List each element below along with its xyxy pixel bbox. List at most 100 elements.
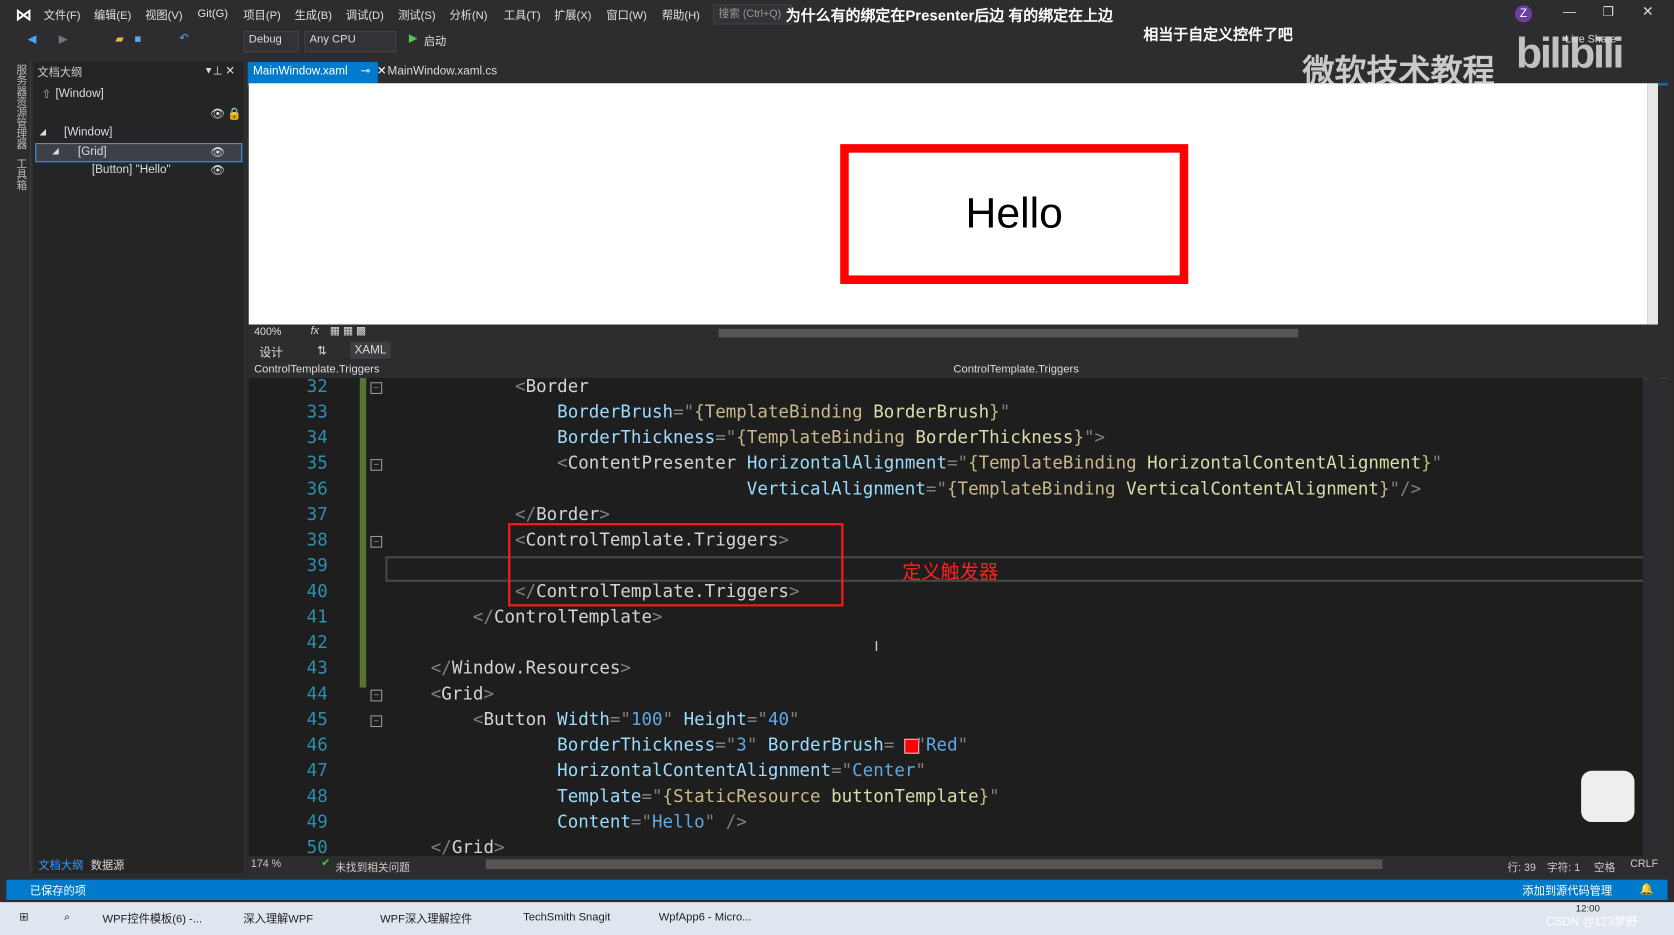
swap-panes-icon[interactable]: ⇅	[317, 344, 327, 358]
editor-vertical-scrollbar[interactable]	[1647, 377, 1661, 857]
taskbar-app[interactable]: 深入理解WPF	[243, 911, 313, 927]
menu-item[interactable]: 文件(F)	[44, 7, 81, 23]
collapse-icon[interactable]: −	[370, 535, 383, 548]
close-button[interactable]: ✕	[1642, 3, 1654, 20]
code-token: 40	[767, 708, 790, 730]
platform-dropdown[interactable]: Any CPU	[304, 30, 397, 53]
issues-status[interactable]: 未找到相关问题	[335, 858, 410, 875]
visibility-eye-icon[interactable]: 👁	[210, 163, 225, 177]
code-token: Grid	[451, 836, 494, 857]
menu-item[interactable]: 分析(N)	[449, 7, 487, 23]
up-icon[interactable]: ⇧	[42, 88, 52, 102]
tab-mainwindow-xaml[interactable]: MainWindow.xaml ⊸ ✕	[247, 61, 387, 84]
start-button[interactable]: 启动	[424, 33, 446, 50]
tab-design[interactable]: 设计	[259, 344, 282, 361]
indent-mode[interactable]: 空格	[1594, 858, 1615, 875]
menu-item[interactable]: 窗口(W)	[606, 7, 646, 23]
forward-icon[interactable]: ▶	[59, 33, 68, 50]
tab-xaml[interactable]: XAML	[350, 341, 391, 359]
collapse-icon[interactable]: −	[370, 382, 383, 394]
code-token: BorderThickness	[557, 427, 716, 448]
undo-icon[interactable]: ↶	[179, 32, 188, 49]
taskbar-app[interactable]: WpfApp6 - Micro...	[659, 911, 752, 924]
expand-icon[interactable]: ◢	[40, 127, 47, 137]
video-play-icon[interactable]	[1581, 770, 1635, 823]
menu-item[interactable]: 编辑(E)	[94, 7, 131, 23]
menu-item[interactable]: Git(G)	[198, 7, 229, 20]
collapse-icon[interactable]: −	[370, 715, 383, 728]
tab-mainwindow-xaml-cs[interactable]: MainWindow.xaml.cs	[382, 62, 502, 83]
visibility-eye-icon[interactable]: 👁	[210, 145, 225, 159]
designer-vertical-scrollbar[interactable]	[1647, 83, 1658, 325]
visual-studio-logo-icon: ⋈	[14, 6, 33, 25]
menu-item[interactable]: 生成(B)	[295, 7, 332, 23]
design-surface[interactable]: Hello	[248, 83, 1658, 325]
collapse-icon[interactable]: −	[370, 459, 383, 471]
outline-item-grid[interactable]: [Grid]	[78, 145, 107, 158]
notification-bell-icon[interactable]: 🔔	[1640, 882, 1654, 896]
nav-left-dropdown[interactable]: ControlTemplate.Triggers	[254, 363, 379, 376]
taskbar-app[interactable]: TechSmith Snagit	[523, 911, 610, 924]
collapse-icon[interactable]: −	[370, 689, 383, 702]
start-menu-icon[interactable]: ⊞	[19, 911, 28, 924]
toolbox-tab[interactable]: 工具箱	[12, 158, 28, 190]
menu-item[interactable]: 扩展(X)	[554, 7, 591, 23]
menu-item[interactable]: 项目(P)	[243, 7, 280, 23]
menu-item[interactable]: 测试(S)	[398, 7, 435, 23]
pin-icon[interactable]: ⊥	[212, 64, 222, 78]
line-ending[interactable]: CRLF	[1630, 858, 1658, 870]
code-line: VerticalAlignment="{TemplateBinding Vert…	[389, 478, 1421, 498]
open-icon[interactable]: ▰	[115, 33, 124, 50]
code-token: </	[430, 657, 452, 678]
zoom-dropdown[interactable]: 400%	[254, 327, 281, 339]
taskbar-app[interactable]: WPF控件模板(6) -...	[102, 911, 202, 927]
visibility-eye-icon[interactable]: 👁	[210, 107, 225, 121]
outline-root[interactable]: [Window]	[56, 88, 104, 101]
search-icon[interactable]: ⌕	[64, 911, 70, 925]
menu-item[interactable]: 调试(D)	[346, 7, 384, 23]
menu-item[interactable]: 帮助(H)	[662, 7, 700, 23]
xaml-code-editor[interactable]: 定义触发器 I 32− <Border 33 BorderBrush="{Temp…	[248, 377, 1644, 857]
line-number: 35	[306, 452, 328, 473]
line-number: 37	[306, 503, 328, 525]
code-token: }	[1073, 427, 1084, 448]
code-line: </ControlTemplate>	[389, 606, 663, 626]
restore-button[interactable]: ❐	[1602, 4, 1613, 19]
outline-item-window[interactable]: [Window]	[64, 126, 112, 139]
close-panel-icon[interactable]: ✕	[225, 64, 235, 78]
taskbar-app[interactable]: WPF深入理解控件	[380, 911, 472, 927]
user-avatar[interactable]: Z	[1514, 5, 1533, 23]
code-token: BorderThickness	[557, 734, 716, 755]
fx-icon[interactable]: fx	[311, 326, 319, 338]
code-token: BorderBrush	[767, 734, 884, 755]
editor-zoom[interactable]: 174 %	[251, 858, 281, 870]
lock-icon[interactable]: 🔒	[227, 107, 242, 121]
server-explorer-tab[interactable]: 服务器资源管理器	[12, 64, 28, 149]
code-token: ContentPresenter	[567, 452, 747, 473]
minimize-button[interactable]: —	[1563, 4, 1576, 19]
line-number: 46	[306, 734, 328, 755]
tab-data-sources[interactable]: 数据源	[91, 857, 125, 873]
grid-icon[interactable]: ▦ ▦ ▩	[330, 326, 366, 338]
outline-item-button[interactable]: [Button] "Hello"	[92, 163, 171, 176]
start-icon[interactable]: ▶	[409, 32, 418, 49]
config-dropdown[interactable]: Debug	[243, 30, 299, 53]
expand-icon[interactable]: ◢	[52, 146, 59, 156]
save-icon[interactable]: ■	[135, 33, 142, 50]
menu-item[interactable]: 工具(T)	[504, 7, 541, 23]
back-icon[interactable]: ◀	[28, 33, 37, 50]
pin-icon[interactable]: ⊸	[360, 65, 370, 78]
nav-right-dropdown[interactable]: ControlTemplate.Triggers	[953, 363, 1078, 376]
annotation-note: 定义触发器	[902, 561, 999, 583]
preview-button[interactable]: Hello	[840, 144, 1189, 284]
editor-horizontal-scrollbar[interactable]	[485, 859, 1383, 870]
designer-horizontal-scrollbar[interactable]	[718, 328, 1299, 338]
tab-document-outline[interactable]: 文档大纲	[38, 857, 83, 873]
menu-item[interactable]: 视图(V)	[145, 7, 182, 23]
search-box[interactable]: 搜索 (Ctrl+Q)	[713, 4, 793, 25]
source-control-button[interactable]: 添加到源代码管理	[1522, 883, 1612, 899]
